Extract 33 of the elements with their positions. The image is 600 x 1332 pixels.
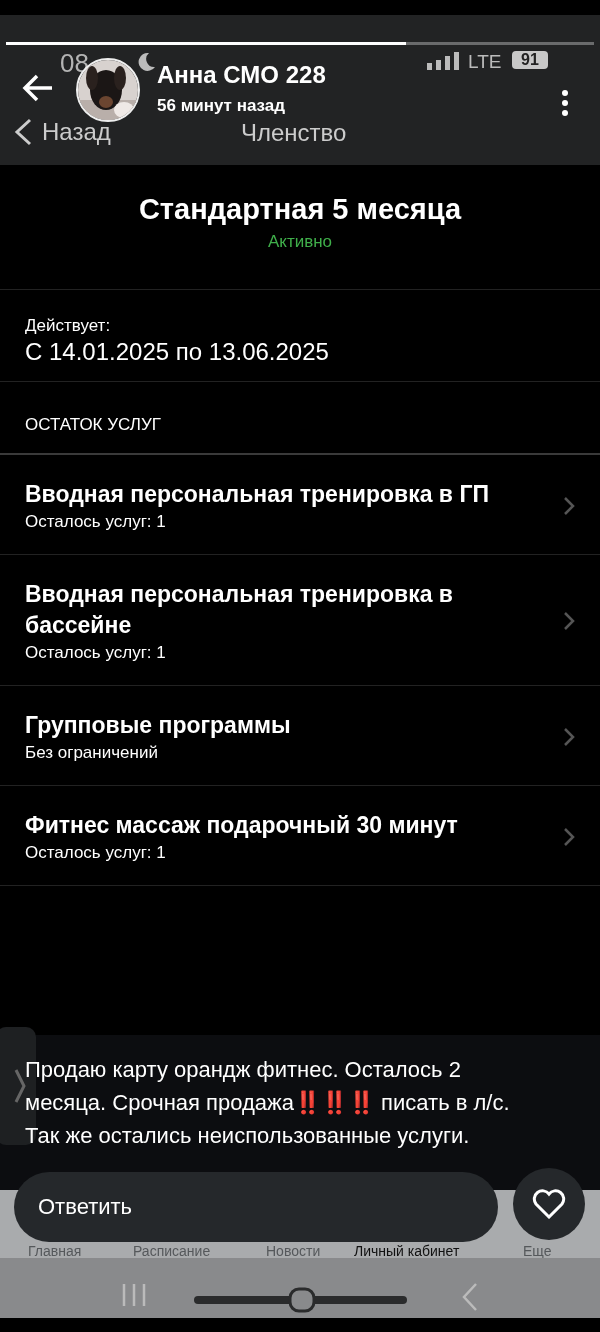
battery-level: 91	[512, 51, 548, 69]
chevron-icon	[14, 1068, 26, 1104]
chevron-icon[interactable]	[563, 495, 575, 516]
more-icon[interactable]	[560, 90, 570, 116]
reply-field[interactable]: Ответить	[14, 1172, 498, 1242]
validity-dates: С 14.01.2025 по 13.06.2025	[25, 338, 330, 366]
service-name[interactable]: Вводная персональная тренировка в ГП	[25, 479, 523, 510]
network-type: LTE	[468, 51, 502, 73]
validity-label: Действует:	[25, 316, 112, 336]
service-detail: Осталось услуг: 1	[25, 843, 167, 863]
back-arrow-icon[interactable]	[22, 73, 54, 103]
author-name: Анна СМО 228	[157, 61, 326, 89]
story-caption: Продаю карту орандж фитнес. Осталось 2 месяца. Срочная продажа‼‼‼ писать в л/с. Так же остались неиспользованные услуги.	[25, 1056, 511, 1150]
membership-status: Активно	[267, 232, 333, 252]
clock: 08	[60, 48, 89, 79]
screen-title: Членство	[241, 119, 347, 147]
service-name[interactable]: Вводная персональная тренировка в бассейне	[25, 579, 523, 641]
chevron-icon[interactable]	[563, 611, 575, 631]
service-detail: Без ограничений	[25, 743, 159, 763]
signal-icon	[427, 52, 459, 70]
section-heading: ОСТАТОК УСЛУГ	[25, 415, 161, 434]
chevron-icon[interactable]	[563, 826, 575, 847]
service-detail: Осталось услуг: 1	[25, 512, 167, 532]
post-time: 56 минут назад	[157, 96, 286, 116]
back-link[interactable]: Назад	[12, 118, 111, 146]
app-tab[interactable]: Личный кабинет	[354, 1243, 460, 1259]
service-name[interactable]: Групповые программы	[25, 710, 523, 741]
chevron-icon[interactable]	[563, 726, 575, 747]
chevron-icon	[12, 118, 34, 146]
heart-icon	[532, 1189, 566, 1219]
service-name[interactable]: Фитнес массаж подарочный 30 минут	[25, 810, 523, 841]
membership-title: Стандартная 5 месяца	[138, 193, 462, 226]
service-detail: Осталось услуг: 1	[25, 643, 167, 663]
